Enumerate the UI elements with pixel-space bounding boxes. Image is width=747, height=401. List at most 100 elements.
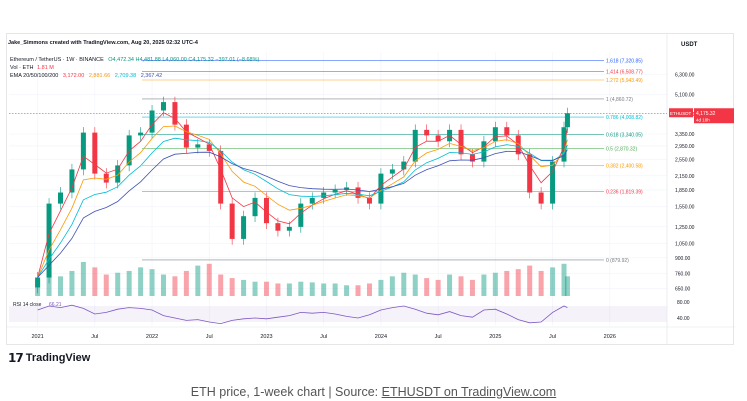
volume-bar [115, 272, 121, 296]
fib-level-label: 1.618 (7,320.85) [606, 58, 643, 64]
candle-body [57, 192, 63, 204]
volume-bar [286, 283, 292, 296]
volume-bar [46, 274, 52, 296]
time-axis-tick: Jul [206, 334, 213, 340]
candle-body [195, 144, 201, 148]
time-axis-tick: 2021 [31, 334, 43, 340]
time-axis-tick: 2023 [260, 334, 272, 340]
legend-volume-row: Vol · ETH 1.81 M [10, 65, 54, 71]
fib-level-label: 0.618 (3,340.05) [606, 132, 643, 138]
candle-body [527, 154, 533, 193]
candle-body [389, 169, 395, 174]
legend-ohlc: O4,472.34 H4,481.88 L4,060.00 C4,175.32 … [108, 57, 260, 63]
volume-bar [35, 279, 41, 296]
volume-bar [366, 283, 372, 296]
candle-body [321, 192, 327, 198]
time-axis-tick: Jul [435, 334, 442, 340]
volume-bar [160, 274, 166, 296]
chart-svg[interactable]: 1.618 (7,320.85) 1.414 (6,508.77) 1.272 (5… [7, 34, 735, 346]
candle-body [286, 226, 292, 231]
volume-bar [401, 272, 407, 296]
time-axis-tick: 2022 [146, 334, 158, 340]
candle-body [138, 132, 144, 136]
volume-bar [92, 267, 98, 296]
price-axis-tick: 2,950.00 [675, 144, 695, 150]
volume-bar [355, 285, 361, 296]
time-axis-tick: 2025 [489, 334, 501, 340]
price-axis-tick: 760.00 [675, 272, 691, 278]
fib-level-label: 1.414 (6,508.77) [606, 69, 643, 75]
price-axis-tick: 5,100.00 [675, 92, 695, 98]
candle-body [332, 189, 338, 193]
candle-body [458, 129, 464, 155]
volume-bar [389, 276, 395, 296]
volume-bar [344, 285, 350, 296]
author-credit: Jake_Simmons created with TradingView.co… [8, 40, 198, 46]
price-axis-unit: USDT [681, 42, 698, 48]
candle-body [252, 197, 258, 217]
time-axis-tick: Jul [549, 334, 556, 340]
volume-bar [241, 279, 247, 296]
volume-bar [206, 263, 212, 296]
fib-level-label: 1 (4,860.72) [606, 97, 633, 103]
volume-bar [424, 278, 430, 296]
candle-body [564, 113, 570, 128]
volume-bar [298, 281, 304, 296]
volume-bar [138, 267, 144, 296]
volume-bar [252, 281, 258, 296]
candle-body [92, 132, 98, 174]
rsi-axis-tick: 40.00 [677, 316, 690, 322]
fib-level-label: 0.236 (1,819.39) [606, 190, 643, 196]
volume-bar [527, 265, 533, 296]
volume-bar [332, 283, 338, 296]
time-axis-tick: 2024 [375, 334, 387, 340]
volume-bar [69, 270, 75, 296]
current-price-countdown: 4d 18h [696, 117, 710, 122]
volume-bar [538, 270, 544, 296]
volume-bar [126, 270, 132, 296]
candle-body [149, 110, 155, 133]
caption: ETH price, 1-week chart | Source: ETHUSD… [0, 385, 747, 399]
volume-bar [149, 269, 155, 296]
candle-body [492, 127, 498, 142]
fib-level-label: 0 (879.92) [606, 258, 629, 264]
candle-body [229, 203, 235, 239]
candle-body [424, 129, 430, 136]
fib-level-label: 1.272 (5,943.49) [606, 78, 643, 84]
volume-bar [103, 274, 109, 296]
ema-line [37, 112, 568, 278]
candle-body [218, 150, 224, 204]
volume-bar [550, 267, 556, 296]
rsi-value: 66.21 [49, 302, 62, 308]
volume-bar [492, 272, 498, 296]
candle-body [80, 132, 86, 170]
tradingview-brand: TradingView [25, 352, 91, 364]
volume-bar [321, 283, 327, 296]
legend-volume-value: 1.81 M [37, 65, 54, 71]
volume-bar [435, 279, 441, 296]
legend-ema-200: 2,367.42 [140, 73, 163, 79]
volume-bar [412, 274, 418, 296]
rsi-axis-tick: 80.00 [677, 300, 690, 306]
price-axis-tick: 1,550.00 [675, 205, 695, 211]
rsi-band [9, 306, 667, 322]
legend-ema-row: EMA 20/50/100/200 3,172.00 2,881.66 2,70… [10, 73, 162, 79]
legend-ema-100: 2,709.38 [114, 73, 137, 79]
legend-ema-50: 2,881.66 [88, 73, 111, 79]
fib-level-label: 0.786 (4,008.82) [606, 115, 643, 121]
candle-body [309, 197, 315, 204]
volume-bar [469, 279, 475, 296]
caption-source-link[interactable]: ETHUSDT on TradingView.com [382, 385, 557, 399]
price-axis-tick: 6,300.00 [675, 73, 695, 79]
candle-body [412, 129, 418, 162]
candle-body [160, 102, 166, 111]
volume-bar [183, 270, 189, 296]
tradingview-logo-icon: 𝟭𝟳 [8, 351, 24, 365]
candle-body [504, 127, 510, 136]
tradingview-logo: 𝟭𝟳 TradingView [8, 351, 90, 365]
volume-bar [263, 281, 269, 296]
legend-ema-20: 3,172.00 [62, 73, 85, 79]
volume-bar [172, 276, 178, 296]
volume-bar [275, 283, 281, 296]
price-axis-tick: 2,550.00 [675, 158, 695, 164]
